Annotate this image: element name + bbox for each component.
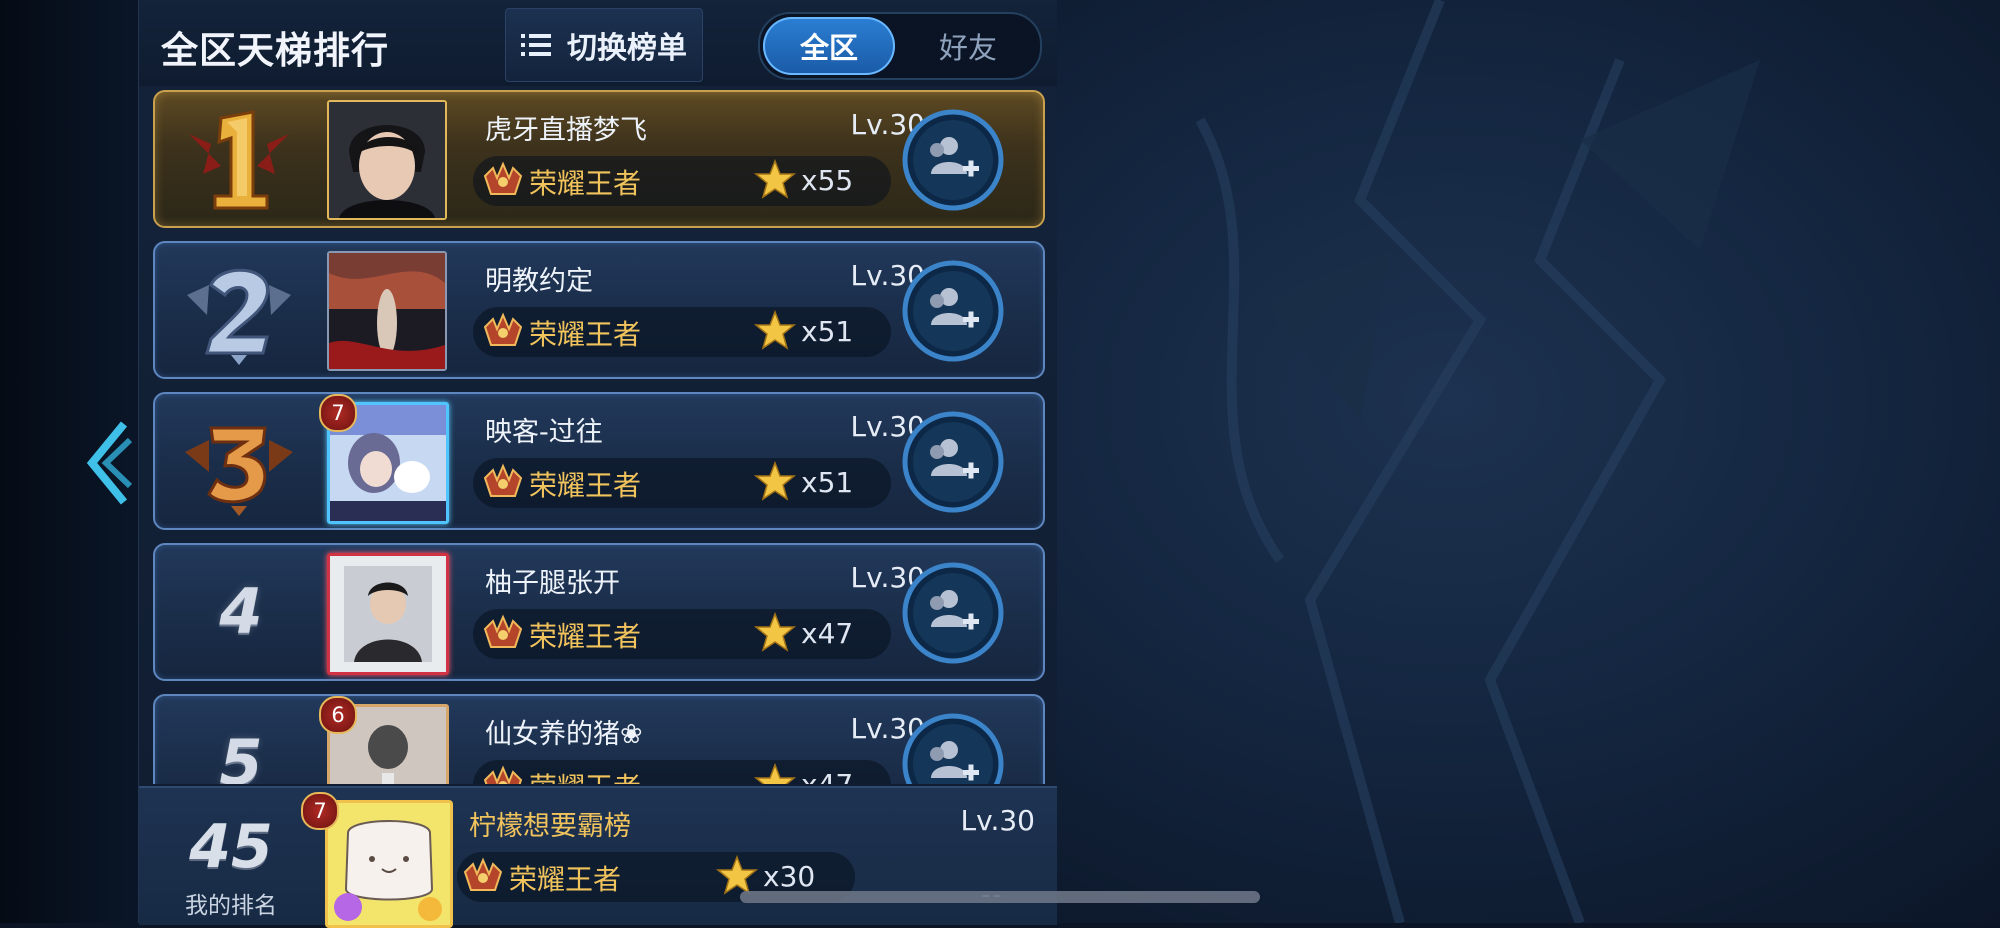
add-friend-icon[interactable] <box>901 712 1005 784</box>
switch-leaderboard-button[interactable]: 切换榜单 <box>505 8 703 82</box>
king-tier-icon <box>463 857 503 891</box>
level-badge: 6 <box>319 696 357 734</box>
ranking-row[interactable]: 5 6 仙女养的猪❀ Lv.30 荣耀王者 x47 <box>153 694 1045 784</box>
ranking-row[interactable]: 虎牙直播梦飞 Lv.30 荣耀王者 x55 <box>153 90 1045 228</box>
add-friend-icon[interactable] <box>901 561 1005 665</box>
star-icon <box>753 309 797 350</box>
scope-toggle: 全区 好友 <box>758 12 1042 80</box>
avatar[interactable] <box>327 100 447 220</box>
my-avatar[interactable] <box>325 800 453 928</box>
chevron-left-icon[interactable] <box>82 418 134 508</box>
avatar[interactable] <box>327 251 447 371</box>
star-count: x51 <box>801 315 854 348</box>
star-icon <box>753 611 797 652</box>
my-player-level: Lv.30 <box>960 804 1035 837</box>
king-tier-icon <box>483 765 523 784</box>
tab-friends[interactable]: 好友 <box>900 17 1036 75</box>
tier-name: 荣耀王者 <box>529 620 642 653</box>
add-friend-icon[interactable] <box>901 108 1005 212</box>
player-name: 仙女养的猪❀ <box>485 719 643 750</box>
rank-3-badge-icon <box>185 426 293 516</box>
star-count: x55 <box>801 164 854 197</box>
list-icon <box>521 34 551 56</box>
ranking-row[interactable]: 明教约定 Lv.30 荣耀王者 x51 <box>153 241 1045 379</box>
ranking-row[interactable]: 7 映客-过往 Lv.30 荣耀王者 x51 <box>153 392 1045 530</box>
king-tier-icon <box>483 614 523 648</box>
king-tier-icon <box>483 463 523 497</box>
ranking-row[interactable]: 4 柚子腿张开 Lv.30 荣耀王者 x47 <box>153 543 1045 681</box>
add-friend-icon[interactable] <box>901 259 1005 363</box>
tier-name: 荣耀王者 <box>529 167 642 200</box>
add-friend-icon[interactable] <box>901 410 1005 514</box>
ranking-list[interactable]: 虎牙直播梦飞 Lv.30 荣耀王者 x55 明教约定 Lv.30 荣耀王者 x5… <box>139 88 1057 784</box>
rank-1-badge-icon <box>189 110 289 210</box>
star-count: x51 <box>801 466 854 499</box>
tab-all-regions[interactable]: 全区 <box>763 17 895 75</box>
player-name: 映客-过往 <box>485 417 603 448</box>
my-rank-bar: 45 我的排名 7 柠檬想要霸榜 Lv.30 荣耀王者 x30 -- <box>139 786 1057 928</box>
panel-header: 全区天梯排行 切换榜单 全区 好友 <box>139 0 1057 86</box>
switch-leaderboard-label: 切换榜单 <box>567 31 687 66</box>
my-star-count: x30 <box>763 860 816 893</box>
tier-name: 荣耀王者 <box>529 766 641 784</box>
tier-name: 荣耀王者 <box>529 469 642 502</box>
star-icon <box>753 762 797 784</box>
king-tier-icon <box>483 161 523 195</box>
star-icon <box>753 460 797 501</box>
rank-number: 5 <box>219 726 263 784</box>
my-rank-label: 我的排名 <box>185 893 277 919</box>
star-count: x47 <box>801 768 853 784</box>
player-name: 柚子腿张开 <box>485 568 620 599</box>
background-emblem <box>1195 0 1760 923</box>
star-count: x47 <box>801 617 854 650</box>
leaderboard-panel: 全区天梯排行 切换榜单 全区 好友 虎牙直播梦飞 Lv.30 荣耀王者 x55 … <box>138 0 1057 928</box>
player-name: 明教约定 <box>485 266 593 297</box>
tier-name: 荣耀王者 <box>529 318 642 351</box>
my-player-name: 柠檬想要霸榜 <box>469 811 631 842</box>
my-tier-name: 荣耀王者 <box>509 863 622 896</box>
home-indicator[interactable] <box>740 891 1260 903</box>
page-title: 全区天梯排行 <box>161 29 389 72</box>
star-icon <box>753 158 797 199</box>
level-badge: 7 <box>319 394 357 432</box>
my-rank-number: 45 <box>189 812 273 882</box>
king-tier-icon <box>483 312 523 346</box>
rank-2-badge-icon <box>187 268 291 365</box>
rank-number: 4 <box>219 575 263 648</box>
level-badge: 7 <box>301 792 339 830</box>
avatar[interactable] <box>327 553 449 675</box>
player-name: 虎牙直播梦飞 <box>485 115 647 146</box>
